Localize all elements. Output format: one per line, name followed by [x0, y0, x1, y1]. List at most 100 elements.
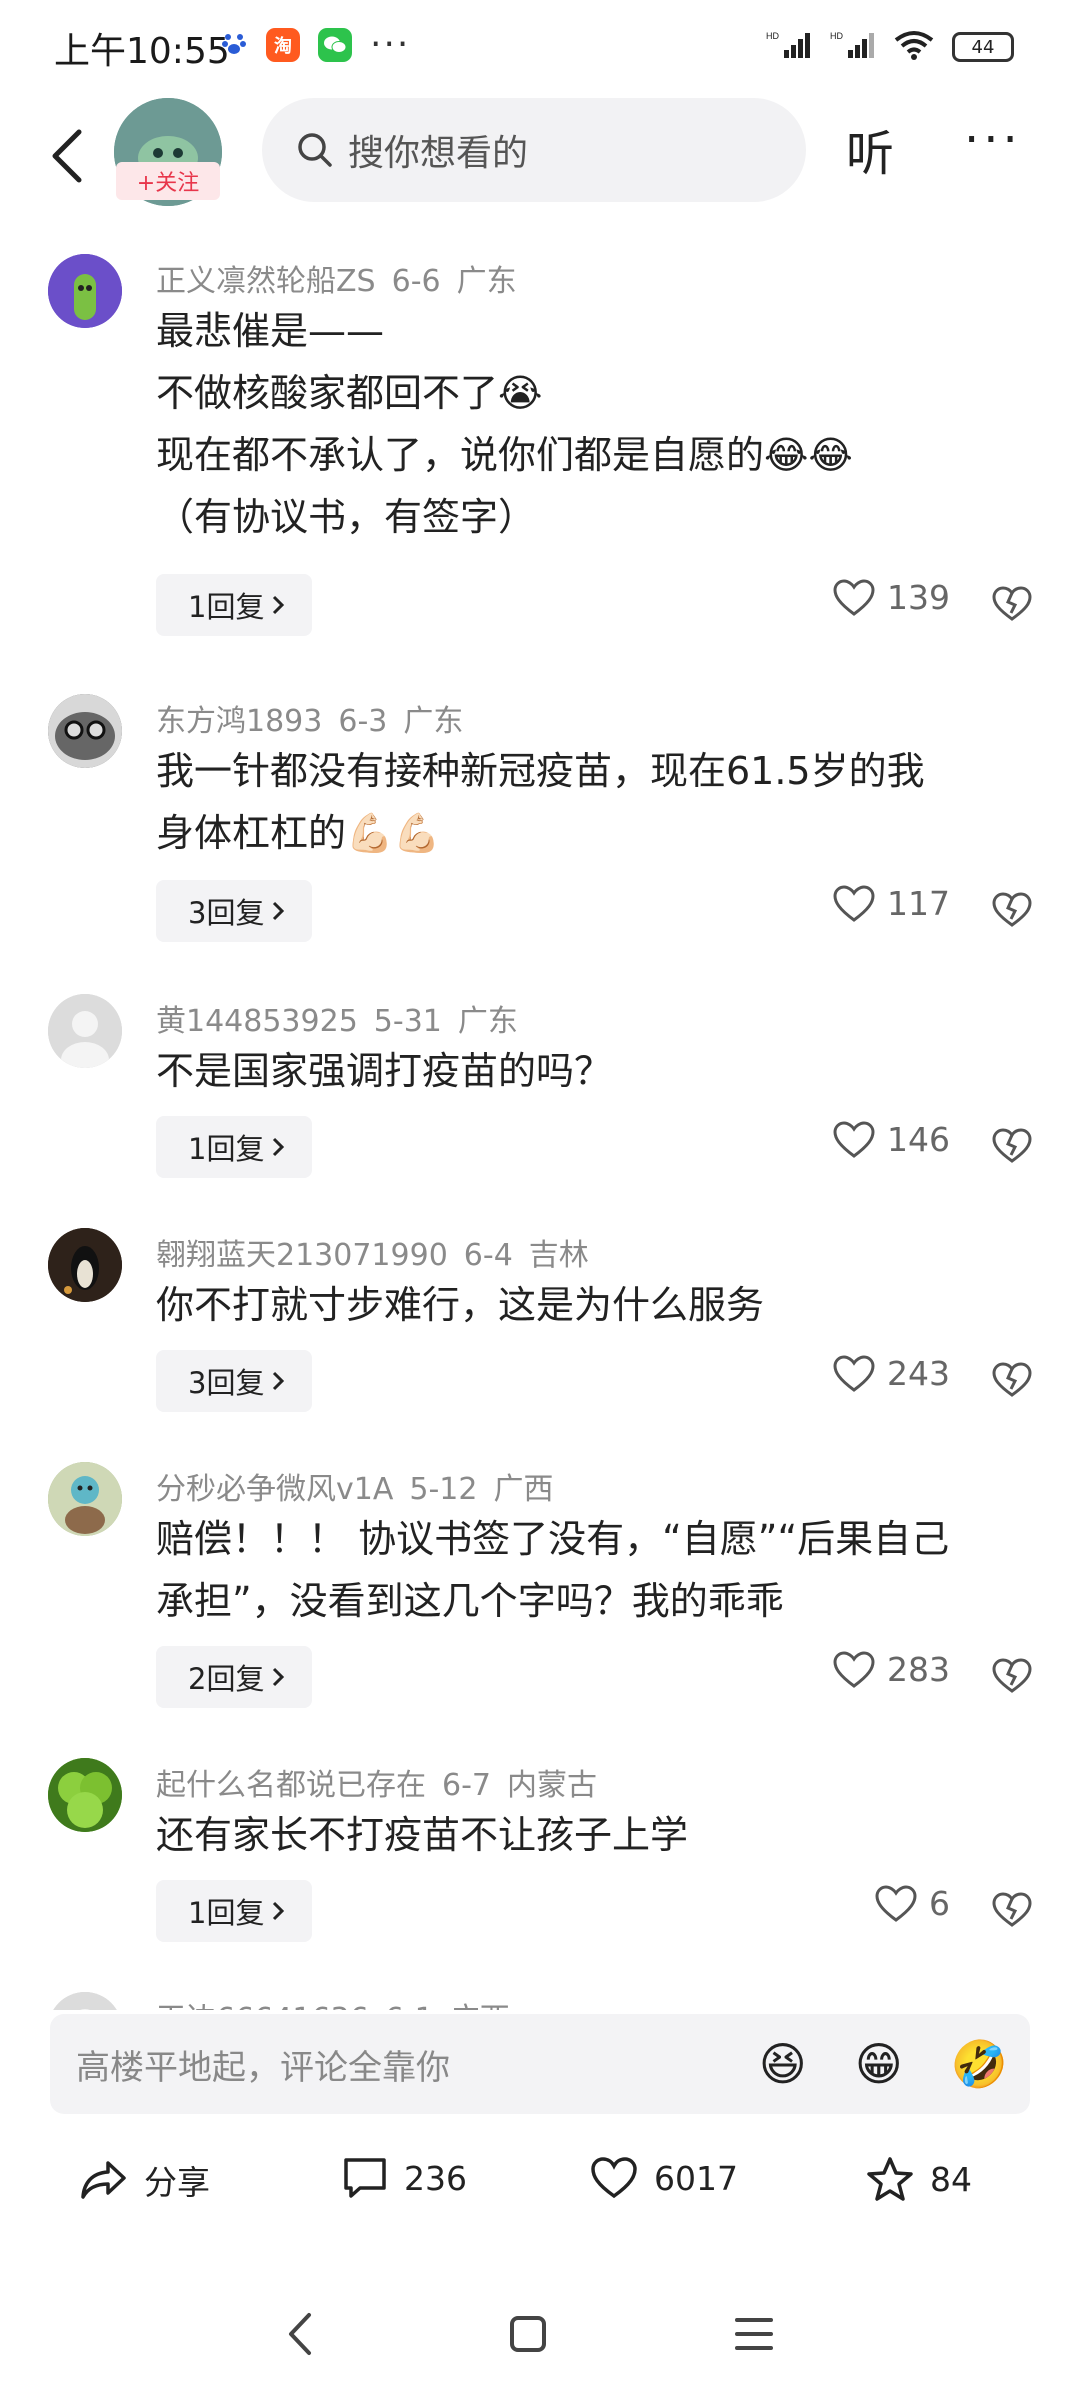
share-icon: [81, 2161, 126, 2199]
like-button[interactable]: 146: [833, 1120, 950, 1159]
comment-meta: 翱翔蓝天213071990 6-4 吉林: [156, 1230, 605, 1274]
top-nav: +关注 搜你想看的 听 ···: [0, 96, 1080, 216]
dislike-button[interactable]: [988, 886, 1036, 934]
chevron-right-icon: [273, 1137, 285, 1157]
reply-count-button[interactable]: 1回复: [156, 1880, 313, 1942]
share-button[interactable]: 分享: [80, 2156, 210, 2204]
commenter-name[interactable]: 正义凛然轮船ZS: [156, 264, 376, 299]
commenter-name[interactable]: 分秒必争微风v1A: [156, 1472, 393, 1507]
comment-meta: 分秒必争微风v1A 5-12 广西: [156, 1464, 569, 1508]
like-post-count: 6017: [654, 2158, 738, 2198]
comment-line: 承担”，没看到这几个字吗？我的乖乖: [156, 1579, 784, 1623]
reply-label: 1回复: [188, 1896, 265, 1930]
comment-line: （有协议书，有签字）: [156, 495, 537, 539]
commenter-avatar[interactable]: [48, 1992, 122, 2010]
comment-item: 正义凛然轮船ZS 6-6 广东 最悲催是—— 不做核酸家都回不了😭 现在都不承认了，…: [0, 240, 1080, 680]
broken-heart-icon: [992, 1128, 1032, 1163]
comment-list: 正义凛然轮船ZS 6-6 广东 最悲催是—— 不做核酸家都回不了😭 现在都不承认了，…: [0, 240, 1080, 2010]
comment-button[interactable]: 236: [342, 2156, 467, 2200]
dislike-button[interactable]: [988, 1652, 1036, 1700]
commenter-avatar[interactable]: [48, 1462, 122, 1536]
reply-label: 1回复: [188, 590, 265, 624]
reply-count-button[interactable]: 1回复: [156, 1116, 313, 1178]
commenter-name[interactable]: 东方鸿1893: [156, 704, 322, 739]
commenter-avatar[interactable]: [48, 1758, 122, 1832]
reply-label: 3回复: [188, 1366, 265, 1400]
comment-line: 最悲催是——: [156, 309, 385, 353]
search-placeholder: 搜你想看的: [348, 133, 529, 174]
comment-date: 6-1: [385, 2002, 434, 2010]
dislike-button[interactable]: [988, 580, 1036, 628]
commenter-name[interactable]: 起什么名都说已存在: [156, 1768, 426, 1803]
favorite-button[interactable]: 84: [866, 2156, 972, 2202]
star-icon: [867, 2157, 913, 2201]
reply-count-button[interactable]: 3回复: [156, 880, 313, 942]
comment-item: 黄144853925 5-31 广东 不是国家强调打疫苗的吗？ 1回复 146: [0, 980, 1080, 1214]
search-input[interactable]: 搜你想看的: [262, 98, 806, 202]
system-back-button[interactable]: [270, 2304, 330, 2364]
comment-item: 翱翔蓝天213071990 6-4 吉林 你不打就寸步难行，这是为什么服务 3回复 …: [0, 1214, 1080, 1448]
status-time: 上午10:55: [54, 31, 230, 72]
reply-label: 1回复: [188, 1132, 265, 1166]
dislike-button[interactable]: [988, 1886, 1036, 1934]
action-bar: 分享 236 6017 84: [0, 2140, 1080, 2240]
comment-text: 最悲催是—— 不做核酸家都回不了😭 现在都不承认了，说你们都是自愿的😂😂 （有协…: [156, 300, 1016, 548]
listen-button[interactable]: 听: [846, 114, 894, 184]
comment-location: 广东: [457, 1004, 518, 1039]
heart-icon: [833, 1354, 875, 1392]
comment-icon: [344, 2158, 386, 2198]
like-button[interactable]: 283: [833, 1650, 950, 1689]
heart-icon: [591, 2157, 637, 2199]
heart-icon: [833, 1120, 875, 1158]
comment-date: 6-6: [391, 264, 441, 299]
comment-line: 你不打就寸步难行，这是为什么服务: [156, 1283, 765, 1327]
commenter-avatar[interactable]: [48, 254, 122, 328]
reply-label: 2回复: [188, 1662, 265, 1696]
comment-location: 广东: [456, 264, 517, 299]
comment-line: 不是国家强调打疫苗的吗？: [156, 1049, 613, 1093]
like-count: 117: [887, 884, 950, 923]
back-button[interactable]: [36, 118, 96, 194]
commenter-avatar[interactable]: [48, 694, 122, 768]
heart-icon: [833, 884, 875, 922]
comment-item: 天边66641636 6-1 广西: [0, 1978, 1080, 2010]
broken-heart-icon: [992, 1892, 1032, 1927]
dislike-button[interactable]: [988, 1122, 1036, 1170]
reply-count-button[interactable]: 1回复: [156, 574, 313, 636]
like-button[interactable]: 243: [833, 1354, 950, 1393]
grinning-emoji-icon[interactable]: 😁: [855, 2037, 903, 2091]
search-icon: [298, 133, 332, 167]
svg-text:HD: HD: [830, 31, 843, 41]
like-button[interactable]: 139: [833, 578, 950, 617]
reply-count-button[interactable]: 2回复: [156, 1646, 313, 1708]
commenter-name[interactable]: 黄144853925: [156, 1004, 358, 1039]
comment-input[interactable]: 高楼平地起，评论全靠你 😆 😁 🤣: [50, 2014, 1030, 2114]
heart-icon: [875, 1884, 917, 1922]
laughing-emoji-icon[interactable]: 😆: [759, 2037, 807, 2091]
system-menu-button[interactable]: [724, 2304, 784, 2364]
chevron-left-icon: [52, 129, 82, 183]
dislike-button[interactable]: [988, 1356, 1036, 1404]
wifi-icon: [894, 30, 934, 64]
like-post-button[interactable]: 6017: [590, 2156, 738, 2200]
chevron-right-icon: [273, 1667, 285, 1687]
rofl-emoji-icon[interactable]: 🤣: [951, 2037, 1008, 2092]
comment-line: 身体杠杠的💪🏻💪🏻: [156, 811, 441, 855]
more-options-button[interactable]: ···: [964, 112, 1022, 168]
reply-count-button[interactable]: 3回复: [156, 1350, 313, 1412]
commenter-avatar[interactable]: [48, 994, 122, 1068]
reply-label: 3回复: [188, 896, 265, 930]
comment-line: 赔偿！！！ 协议书签了没有，“自愿”“后果自己: [156, 1517, 950, 1561]
commenter-name[interactable]: 天边66641636: [156, 2002, 369, 2010]
comment-location: 内蒙古: [507, 1768, 597, 1803]
like-button[interactable]: 117: [833, 884, 950, 923]
comment-location: 广西: [493, 1472, 554, 1507]
battery-icon: 44: [952, 32, 1014, 62]
comment-location: 广西: [450, 2002, 510, 2010]
like-button[interactable]: 6: [875, 1884, 950, 1923]
commenter-name[interactable]: 翱翔蓝天213071990: [156, 1238, 448, 1273]
system-home-button[interactable]: [498, 2304, 558, 2364]
favorite-count: 84: [930, 2159, 972, 2199]
follow-button[interactable]: +关注: [116, 162, 220, 200]
commenter-avatar[interactable]: [48, 1228, 122, 1302]
